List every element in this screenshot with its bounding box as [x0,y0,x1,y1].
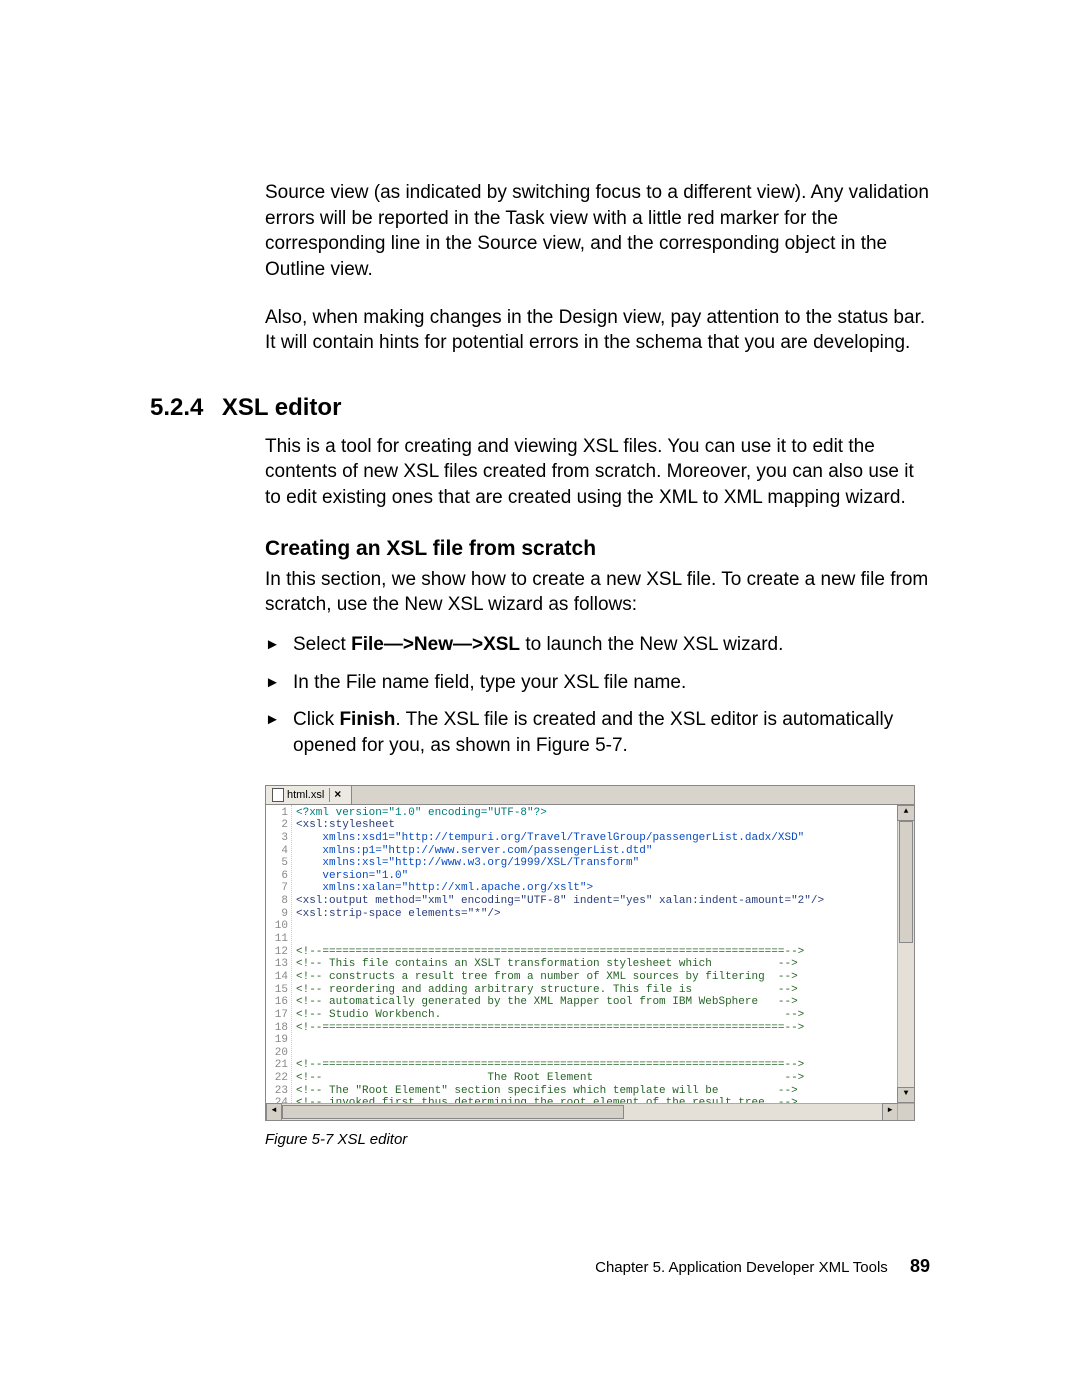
code-area[interactable]: <?xml version="1.0" encoding="UTF-8"?> <… [292,805,897,1103]
code-line: <!--====================================… [296,946,804,958]
code-line: <xsl:output method="xml" encoding="UTF-8… [296,895,824,907]
code-line: <!-- automatically generated by the XML … [296,996,798,1008]
editor-window: html.xsl × 1 2 3 4 5 6 7 8 9 10 11 12 13… [265,785,915,1121]
editor-tab[interactable]: html.xsl × [266,786,352,804]
bullet-marker-icon: ► [265,707,293,730]
bullet-text-pre: Click [293,709,339,730]
intro-paragraph-2: Also, when making changes in the Design … [265,305,930,356]
editor-body: 1 2 3 4 5 6 7 8 9 10 11 12 13 14 15 16 1… [266,805,914,1103]
file-icon [272,788,284,802]
figure-xsl-editor: html.xsl × 1 2 3 4 5 6 7 8 9 10 11 12 13… [265,785,915,1148]
page-root: Source view (as indicated by switching f… [0,0,1080,1148]
close-icon[interactable]: × [329,788,345,802]
bullet-text-pre: In the File name field, type your XSL fi… [293,672,686,693]
intro-paragraph-1: Source view (as indicated by switching f… [265,180,930,283]
code-line: <!-- constructs a result tree from a num… [296,971,798,983]
section-paragraph: This is a tool for creating and viewing … [265,434,930,511]
scroll-up-icon[interactable]: ▲ [897,805,915,821]
code-line: xmlns:p1="http://www.server.com/passenge… [296,845,652,857]
footer-chapter: Chapter 5. Application Developer XML Too… [595,1259,888,1276]
bullet-text-bold: File—>New—>XSL [351,634,520,655]
scroll-corner [897,1104,914,1120]
scroll-thumb[interactable] [282,1105,624,1119]
code-line: xmlns:xsl="http://www.w3.org/1999/XSL/Tr… [296,857,639,869]
scroll-down-icon[interactable]: ▼ [897,1087,915,1103]
editor-tab-bar: html.xsl × [266,786,914,805]
bullet-marker-icon: ► [265,632,293,655]
code-line: <xsl:stylesheet [296,819,395,831]
section-heading: 5.2.4 XSL editor [150,394,930,422]
bullet-list: ► Select File—>New—>XSL to launch the Ne… [265,632,930,759]
code-line: <!-- This file contains an XSLT transfor… [296,958,798,970]
list-item: ► Click Finish. The XSL file is created … [265,707,930,758]
page-number: 89 [910,1256,930,1276]
vertical-scrollbar[interactable]: ▲ ▼ [897,805,914,1103]
bullet-text-post: to launch the New XSL wizard. [520,634,783,655]
scroll-left-icon[interactable]: ◄ [266,1103,282,1121]
bullet-text-bold: Finish [339,709,395,730]
editor-tab-label: html.xsl [287,789,324,802]
section-title: XSL editor [222,394,342,421]
page-footer: Chapter 5. Application Developer XML Too… [595,1256,930,1277]
list-item: ► In the File name field, type your XSL … [265,670,930,696]
code-line: <xsl:strip-space elements="*"/> [296,908,501,920]
line-number-gutter: 1 2 3 4 5 6 7 8 9 10 11 12 13 14 15 16 1… [266,805,292,1103]
scroll-thumb[interactable] [899,821,913,943]
code-line: xmlns:xsd1="http://tempuri.org/Travel/Tr… [296,832,804,844]
scroll-right-icon[interactable]: ► [882,1103,898,1121]
code-line: <!-- The "Root Element" section specifie… [296,1085,798,1097]
code-line: <?xml version="1.0" encoding="UTF-8"?> [296,807,547,819]
list-item: ► Select File—>New—>XSL to launch the Ne… [265,632,930,658]
subsection-heading: Creating an XSL file from scratch [265,537,930,561]
section-number: 5.2.4 [150,394,203,422]
code-line: <!--====================================… [296,1022,804,1034]
subsection-paragraph: In this section, we show how to create a… [265,567,930,618]
code-line: version="1.0" [296,870,408,882]
bullet-marker-icon: ► [265,670,293,693]
code-line: xmlns:xalan="http://xml.apache.org/xslt"… [296,882,593,894]
code-line: <!-- reordering and adding arbitrary str… [296,984,798,996]
code-line: <!-- The Root Element --> [296,1072,804,1084]
horizontal-scrollbar[interactable]: ◄ ► [266,1103,914,1120]
code-line: <!--====================================… [296,1059,804,1071]
bullet-text-pre: Select [293,634,351,655]
figure-caption: Figure 5-7 XSL editor [265,1131,915,1148]
code-line: <!-- Studio Workbench. --> [296,1009,804,1021]
